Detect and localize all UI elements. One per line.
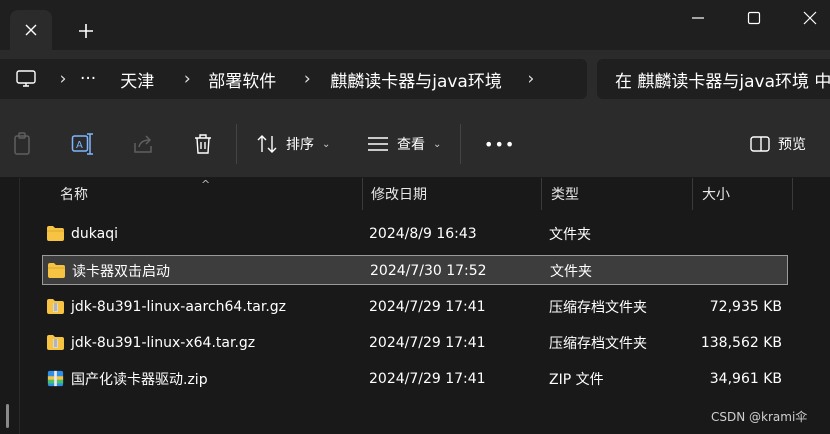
file-row[interactable]: 国产化读卡器驱动.zip 2024/7/29 17:41 ZIP 文件 34,961 …	[42, 364, 788, 394]
maximize-button[interactable]	[724, 0, 784, 36]
sort-icon	[257, 135, 277, 153]
file-row[interactable]: jdk-8u391-linux-aarch64.tar.gz 2024/7/29 …	[42, 292, 788, 322]
more-icon: •••	[484, 134, 516, 154]
rename-icon: A	[71, 133, 93, 155]
close-icon	[25, 24, 37, 36]
navigation-pane[interactable]	[0, 178, 20, 434]
preview-label: 预览	[778, 137, 806, 153]
search-placeholder: 在 麒麟读卡器与java环境 中搜索	[615, 71, 830, 92]
svg-text:A: A	[76, 140, 83, 151]
column-header-date[interactable]: 修改日期	[362, 178, 542, 210]
file-name: jdk-8u391-linux-aarch64.tar.gz	[71, 299, 287, 315]
file-date: 2024/7/30 17:52	[370, 263, 487, 279]
sort-ascending-icon: ^	[201, 178, 211, 191]
command-bar: A 排序 ⌄ 查看 ⌄ ••• 预览	[0, 108, 830, 178]
column-date-label: 修改日期	[371, 187, 427, 203]
file-date: 2024/8/9 16:43	[369, 226, 477, 242]
zip-icon	[47, 370, 64, 387]
scrollbar-thumb[interactable]	[6, 404, 9, 428]
column-header-type[interactable]: 类型	[542, 178, 693, 210]
close-icon	[803, 11, 817, 25]
file-list: 名称 ^ 修改日期 类型 大小 dukaqi 2024/8/9 16:43 文件夹读…	[20, 178, 830, 434]
file-size: 34,961 KB	[709, 371, 782, 387]
rename-button[interactable]: A	[71, 132, 95, 156]
sort-label: 排序	[286, 137, 314, 153]
copy-button[interactable]	[11, 132, 35, 156]
new-tab-button[interactable]	[70, 16, 102, 46]
chevron-right-icon[interactable]: ›	[294, 69, 320, 89]
view-button[interactable]: 查看 ⌄	[367, 128, 441, 160]
preview-pane-icon	[750, 136, 770, 152]
folder-icon	[47, 226, 64, 241]
search-input[interactable]: 在 麒麟读卡器与java环境 中搜索	[597, 59, 830, 99]
trash-icon	[195, 134, 211, 154]
folder-icon	[48, 263, 65, 278]
breadcrumb-item-deploy[interactable]: 部署软件	[208, 67, 276, 92]
file-type: 文件夹	[550, 264, 592, 280]
address-bar[interactable]: › ··· 天津 › 部署软件 › 麒麟读卡器与java环境 ›	[0, 59, 587, 99]
file-date: 2024/7/29 17:41	[369, 371, 486, 387]
file-type: 文件夹	[549, 227, 591, 243]
file-size: 138,562 KB	[700, 335, 782, 351]
archive-folder-icon	[47, 299, 64, 314]
maximize-icon	[747, 11, 761, 25]
breadcrumb-more[interactable]: ···	[80, 69, 96, 89]
file-row[interactable]: 读卡器双击启动 2024/7/30 17:52 文件夹	[42, 255, 788, 285]
this-pc-icon[interactable]	[16, 70, 36, 88]
chevron-right-icon[interactable]: ›	[518, 69, 544, 89]
file-name: jdk-8u391-linux-x64.tar.gz	[71, 335, 256, 351]
column-size-label: 大小	[702, 187, 730, 203]
share-icon	[134, 135, 152, 153]
file-name: 国产化读卡器驱动.zip	[71, 372, 208, 388]
file-date: 2024/7/29 17:41	[369, 299, 486, 315]
file-row[interactable]: dukaqi 2024/8/9 16:43 文件夹	[42, 219, 788, 249]
delete-button[interactable]	[191, 132, 215, 156]
file-name: dukaqi	[71, 226, 118, 242]
sort-button[interactable]: 排序 ⌄	[256, 128, 330, 160]
minimize-button[interactable]	[668, 0, 728, 36]
more-options-button[interactable]: •••	[484, 128, 515, 160]
minimize-icon	[692, 17, 704, 19]
chevron-right-icon[interactable]: ›	[50, 69, 76, 89]
view-label: 查看	[397, 137, 425, 153]
chevron-right-icon[interactable]: ›	[174, 69, 200, 89]
archive-folder-icon	[47, 335, 64, 350]
list-view-icon	[368, 137, 388, 151]
file-type: 压缩存档文件夹	[549, 300, 647, 316]
file-type: ZIP 文件	[549, 372, 604, 388]
share-button[interactable]	[131, 132, 155, 156]
clipboard-icon	[14, 132, 30, 155]
file-type: 压缩存档文件夹	[549, 336, 647, 352]
tab-close-button[interactable]	[10, 10, 52, 50]
file-size	[692, 219, 782, 249]
file-size	[693, 256, 783, 286]
chevron-down-icon: ⌄	[322, 138, 331, 150]
column-name-label: 名称	[60, 187, 88, 203]
plus-icon	[79, 24, 93, 38]
file-size: 72,935 KB	[709, 299, 782, 315]
file-name: 读卡器双击启动	[72, 264, 170, 280]
breadcrumb-item-current[interactable]: 麒麟读卡器与java环境	[330, 67, 502, 92]
chevron-down-icon: ⌄	[433, 138, 442, 150]
breadcrumb-item-tianjin[interactable]: 天津	[120, 67, 154, 92]
toolbar-divider	[460, 124, 461, 164]
preview-pane-button[interactable]: 预览	[750, 128, 806, 160]
column-type-label: 类型	[551, 187, 579, 203]
toolbar-divider	[236, 124, 237, 164]
title-bar	[0, 0, 830, 50]
watermark: CSDN @krami伞	[711, 410, 808, 424]
address-row: › ··· 天津 › 部署软件 › 麒麟读卡器与java环境 › 在 麒麟读卡器…	[0, 50, 830, 108]
file-row[interactable]: jdk-8u391-linux-x64.tar.gz 2024/7/29 17:4…	[42, 328, 788, 358]
window-close-button[interactable]	[780, 0, 830, 36]
file-date: 2024/7/29 17:41	[369, 335, 486, 351]
column-header-size[interactable]: 大小	[693, 178, 793, 210]
